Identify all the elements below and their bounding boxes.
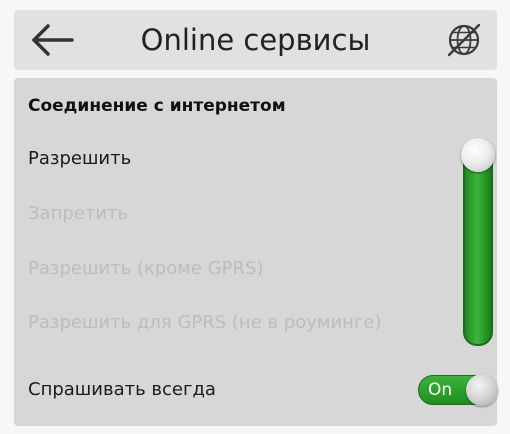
ask-always-toggle[interactable]: On	[418, 374, 498, 406]
toggle-state-text: On	[428, 380, 453, 400]
screen: Online сервисы Соединение с интернетом Р…	[0, 0, 510, 434]
section-title: Соединение с интернетом	[28, 96, 286, 116]
arrow-left-icon	[32, 24, 74, 56]
back-button[interactable]	[28, 20, 76, 60]
option-deny[interactable]: Запретить	[28, 203, 128, 224]
settings-panel: Соединение с интернетом Разрешить Запрет…	[14, 78, 498, 426]
globe-off-icon	[447, 23, 481, 57]
header-bar: Online сервисы	[14, 10, 497, 70]
option-allow-gprs-no-roaming[interactable]: Разрешить для GPRS (не в роуминге)	[28, 312, 382, 333]
online-toggle-button[interactable]	[445, 21, 483, 59]
ask-always-label: Спрашивать всегда	[28, 379, 216, 400]
connection-mode-slider-track[interactable]	[463, 146, 493, 346]
option-allow-except-gprs[interactable]: Разрешить (кроме GPRS)	[28, 258, 263, 279]
toggle-knob	[466, 374, 498, 406]
option-allow[interactable]: Разрешить	[28, 148, 131, 169]
page-title: Online сервисы	[140, 23, 371, 57]
connection-mode-slider-thumb[interactable]	[461, 138, 495, 172]
